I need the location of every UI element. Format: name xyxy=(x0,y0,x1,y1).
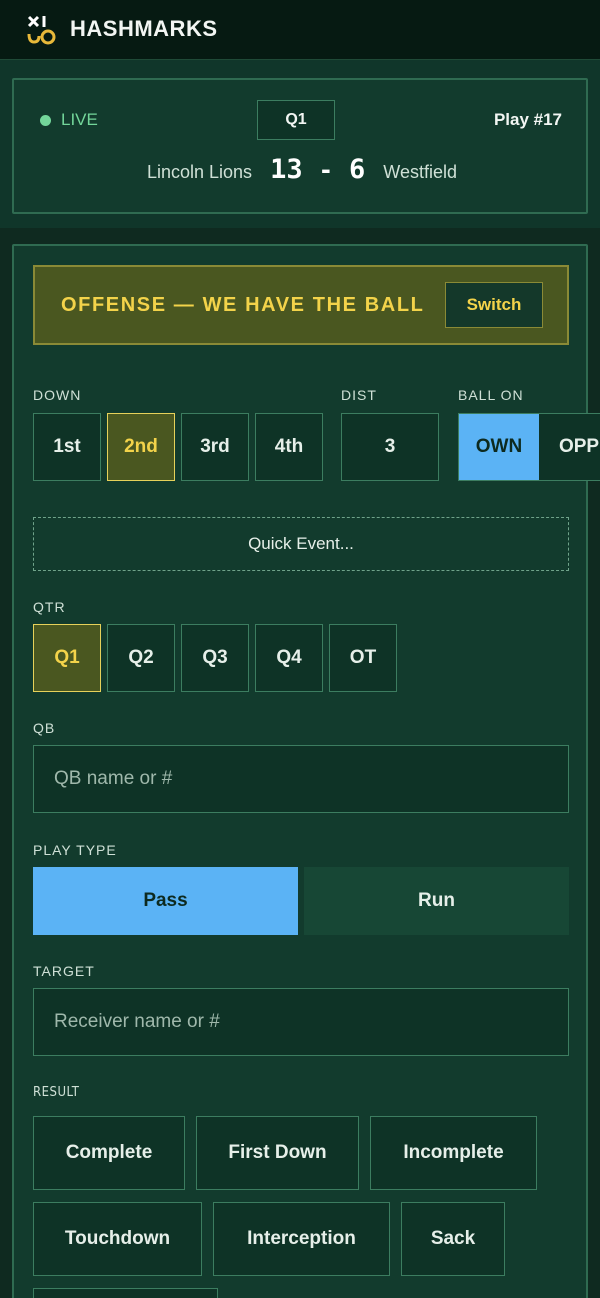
result-touchdown-button[interactable]: Touchdown xyxy=(33,1202,202,1276)
score-separator: - xyxy=(318,156,334,184)
qtr-ot-button[interactable]: OT xyxy=(329,624,397,692)
home-team-name: Lincoln Lions xyxy=(146,162,253,182)
away-score: 6 xyxy=(349,154,366,185)
quick-event-button[interactable]: Quick Event... xyxy=(33,517,569,571)
current-quarter-badge: Q1 xyxy=(257,100,335,140)
down-3rd-button[interactable]: 3rd xyxy=(181,413,249,481)
app-brand: HASHMARKS xyxy=(70,16,218,41)
qb-input[interactable]: QB name or # xyxy=(33,745,569,813)
away-team-name: Westfield xyxy=(383,162,457,182)
result-first-down-button[interactable]: First Down xyxy=(196,1116,359,1190)
live-indicator: LIVE xyxy=(40,110,98,130)
possession-label: OFFENSE — WE HAVE THE BALL xyxy=(61,293,425,316)
down-1st-button[interactable]: 1st xyxy=(33,413,101,481)
result-more-button-partial[interactable] xyxy=(33,1288,218,1298)
ball-on-label: BALL ON xyxy=(458,387,524,403)
play-entry-panel: OFFENSE — WE HAVE THE BALL Switch DOWN 1… xyxy=(12,244,600,1298)
distance-field[interactable]: 3 xyxy=(341,413,439,481)
qtr-q3-button[interactable]: Q3 xyxy=(181,624,249,692)
down-label: DOWN xyxy=(33,387,82,403)
down-4th-button[interactable]: 4th xyxy=(255,413,323,481)
result-incomplete-button[interactable]: Incomplete xyxy=(370,1116,537,1190)
dist-label: DIST xyxy=(341,387,377,403)
play-type-pass-button[interactable]: Pass xyxy=(33,867,298,935)
result-complete-button[interactable]: Complete xyxy=(33,1116,185,1190)
ball-on-toggle: OWN OPP xyxy=(458,413,600,481)
possession-banner: OFFENSE — WE HAVE THE BALL Switch xyxy=(33,265,569,345)
qtr-q1-button[interactable]: Q1 xyxy=(33,624,101,692)
hashmarks-logo-icon xyxy=(27,15,56,45)
ball-on-own-button[interactable]: OWN xyxy=(459,414,539,480)
scoreboard-card: LIVE Q1 Play #17 Lincoln Lions 13 - 6 We… xyxy=(12,78,588,214)
live-label: LIVE xyxy=(61,110,98,129)
qtr-q4-button[interactable]: Q4 xyxy=(255,624,323,692)
score-line: Lincoln Lions 13 - 6 Westfield xyxy=(14,154,590,185)
result-interception-button[interactable]: Interception xyxy=(213,1202,390,1276)
switch-possession-button[interactable]: Switch xyxy=(445,282,543,328)
play-number: Play #17 xyxy=(493,110,562,129)
home-score: 13 xyxy=(270,154,303,185)
play-type-label: PLAY TYPE xyxy=(33,842,117,858)
top-bar: HASHMARKS xyxy=(0,0,600,60)
live-dot-icon xyxy=(40,114,51,126)
qb-label: QB xyxy=(33,720,56,736)
play-type-run-button[interactable]: Run xyxy=(304,867,569,935)
result-label: RESULT xyxy=(33,1085,80,1100)
target-label: TARGET xyxy=(33,963,95,979)
target-input[interactable]: Receiver name or # xyxy=(33,988,569,1056)
qtr-q2-button[interactable]: Q2 xyxy=(107,624,175,692)
result-sack-button[interactable]: Sack xyxy=(401,1202,505,1276)
qtr-label: QTR xyxy=(33,599,66,615)
ball-on-opp-button[interactable]: OPP xyxy=(539,414,600,480)
down-2nd-button[interactable]: 2nd xyxy=(107,413,175,481)
